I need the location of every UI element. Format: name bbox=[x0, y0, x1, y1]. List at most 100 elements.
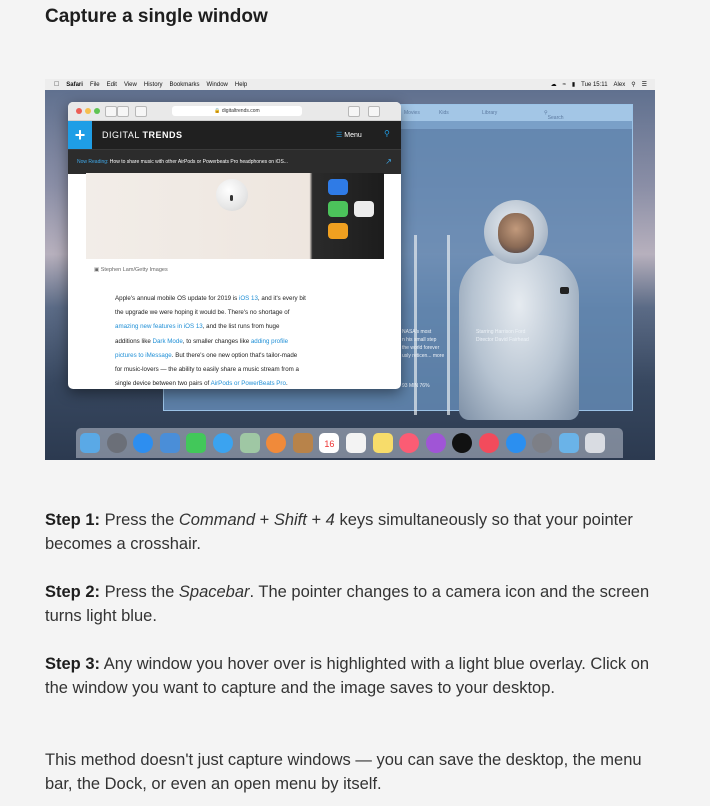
text: Apple's annual mobile OS update for 2019… bbox=[115, 295, 239, 302]
menubar-user[interactable]: Alex bbox=[614, 82, 626, 88]
launchpad-icon[interactable] bbox=[106, 433, 127, 453]
photos-icon[interactable] bbox=[266, 433, 287, 453]
messages-icon[interactable] bbox=[212, 433, 233, 453]
safari-icon[interactable] bbox=[133, 433, 154, 453]
notes-icon[interactable] bbox=[372, 433, 393, 453]
now-reading-text: How to share music with other AirPods or… bbox=[109, 159, 288, 165]
downloads-folder-icon[interactable] bbox=[558, 433, 579, 453]
site-name-light: DIGITAL bbox=[102, 130, 140, 140]
minimize-icon[interactable] bbox=[85, 108, 91, 114]
key-shift: Shift bbox=[273, 511, 307, 529]
article-body: Apple's annual mobile OS update for 2019… bbox=[115, 292, 365, 389]
share-out-icon[interactable]: ↗ bbox=[385, 157, 392, 166]
menu-app[interactable]: Safari bbox=[66, 82, 83, 88]
close-icon[interactable] bbox=[76, 108, 82, 114]
contacts-icon[interactable] bbox=[292, 433, 313, 453]
link-airpods[interactable]: AirPods or PowerBeats Pro bbox=[211, 380, 286, 387]
photo-credit: ▣ Stephen Lam/Getty Images bbox=[94, 267, 168, 273]
movie-description: NASA's most n his small step the world f… bbox=[402, 328, 444, 360]
podcasts-icon[interactable] bbox=[425, 433, 446, 453]
news-icon[interactable] bbox=[478, 433, 499, 453]
text: + bbox=[306, 511, 326, 529]
tv-search[interactable]: ⚲ Search bbox=[544, 110, 564, 121]
site-menu-button[interactable]: ☰ Menu bbox=[336, 131, 362, 139]
dock: 16 bbox=[76, 428, 623, 458]
text: Press the bbox=[100, 583, 179, 601]
back-button[interactable] bbox=[105, 106, 117, 117]
mac-menubar:  Safari File Edit View History Bookmark… bbox=[45, 79, 655, 90]
article-line: for music-lovers — the ability to easily… bbox=[115, 366, 299, 374]
forward-button[interactable] bbox=[117, 106, 129, 117]
url-text: digitaltrends.com bbox=[221, 108, 260, 114]
text: , and it's every bit bbox=[257, 295, 306, 302]
desc-line: the world forever bbox=[402, 345, 440, 351]
menu-help[interactable]: Help bbox=[235, 82, 247, 88]
menu-view[interactable]: View bbox=[124, 82, 137, 88]
text: , and the list runs from huge bbox=[202, 323, 280, 331]
key-4: 4 bbox=[325, 511, 335, 529]
airpod-stem bbox=[230, 195, 233, 201]
search-icon[interactable]: ⚲ bbox=[384, 129, 390, 138]
tabs-icon[interactable] bbox=[368, 106, 380, 117]
menu-label: Menu bbox=[344, 132, 362, 139]
battery-icon[interactable]: ▮ bbox=[572, 81, 575, 88]
menu-bookmarks[interactable]: Bookmarks bbox=[170, 82, 200, 88]
safari-window[interactable]: 🔒 digitaltrends.com + DIGITAL TRENDS ☰ M… bbox=[68, 102, 401, 389]
step-label: Step 2: bbox=[45, 583, 101, 601]
plus-logo-icon[interactable]: + bbox=[68, 121, 92, 149]
app-store-icon[interactable] bbox=[505, 433, 526, 453]
menu-window[interactable]: Window bbox=[207, 82, 228, 88]
tv-icon[interactable] bbox=[452, 433, 473, 453]
step-2: Step 2: Press the Spacebar. The pointer … bbox=[45, 580, 665, 628]
apple-icon[interactable]:  bbox=[54, 81, 59, 88]
facetime-icon[interactable] bbox=[186, 433, 207, 453]
tv-search-label: Search bbox=[547, 115, 564, 121]
preview-icon[interactable] bbox=[159, 433, 180, 453]
text: single device between two pairs of bbox=[115, 380, 211, 388]
messages-app-icon bbox=[328, 201, 348, 217]
link-ios13[interactable]: iOS 13 bbox=[239, 295, 258, 302]
tab-library[interactable]: Library bbox=[482, 110, 497, 116]
tab-kids[interactable]: Kids bbox=[439, 110, 449, 116]
cloud-icon[interactable]: ☁ bbox=[551, 81, 557, 88]
desc-line: usly reticen... more bbox=[402, 353, 445, 359]
system-preferences-icon[interactable] bbox=[532, 433, 553, 453]
article-line: additions like Dark Mode, to smaller cha… bbox=[115, 335, 365, 349]
link-profile-pictures[interactable]: adding profile bbox=[251, 338, 288, 345]
wifi-icon[interactable]: ≈ bbox=[563, 82, 566, 88]
menu-history[interactable]: History bbox=[144, 82, 163, 88]
text: , to smaller changes like bbox=[182, 337, 251, 345]
menubar-clock[interactable]: Tue 15:11 bbox=[581, 82, 607, 88]
zoom-icon[interactable] bbox=[94, 108, 100, 114]
step-label: Step 1: bbox=[45, 511, 101, 529]
trash-icon[interactable] bbox=[585, 433, 606, 453]
menu-file[interactable]: File bbox=[90, 82, 100, 88]
now-reading-bar: Now Reading: How to share music with oth… bbox=[68, 149, 401, 174]
sidebar-icon[interactable] bbox=[135, 106, 147, 117]
article-hero-image bbox=[86, 173, 384, 259]
article-line: amazing new features in iOS 13, and the … bbox=[115, 320, 365, 334]
calendar-icon[interactable]: 16 bbox=[319, 433, 340, 453]
menu-edit[interactable]: Edit bbox=[107, 82, 117, 88]
screenshot-figure:  Safari File Edit View History Bookmark… bbox=[45, 79, 655, 460]
address-bar[interactable]: 🔒 digitaltrends.com bbox=[172, 106, 302, 116]
tab-movies[interactable]: Movies bbox=[404, 110, 420, 116]
music-icon[interactable] bbox=[399, 433, 420, 453]
now-reading-label: Now Reading: bbox=[77, 159, 109, 165]
now-reading[interactable]: Now Reading: How to share music with oth… bbox=[77, 159, 288, 165]
reminders-icon[interactable] bbox=[345, 433, 366, 453]
link-features[interactable]: amazing new features in iOS 13 bbox=[115, 323, 203, 330]
text: Any window you hover over is highlighted… bbox=[45, 655, 650, 697]
site-name[interactable]: DIGITAL TRENDS bbox=[102, 130, 183, 140]
link-imessage[interactable]: pictures to iMessage bbox=[115, 352, 172, 359]
spotlight-icon[interactable]: ⚲ bbox=[631, 81, 635, 88]
share-icon[interactable] bbox=[348, 106, 360, 117]
step-1: Step 1: Press the Command + Shift + 4 ke… bbox=[45, 508, 665, 556]
maps-icon[interactable] bbox=[239, 433, 260, 453]
key-command: Command bbox=[178, 511, 256, 529]
mail-app-icon bbox=[328, 179, 348, 195]
control-center-icon[interactable]: ☰ bbox=[642, 81, 647, 88]
article-line: Apple's annual mobile OS update for 2019… bbox=[115, 292, 365, 306]
finder-icon[interactable] bbox=[80, 433, 100, 453]
link-dark-mode[interactable]: Dark Mode bbox=[153, 338, 183, 345]
